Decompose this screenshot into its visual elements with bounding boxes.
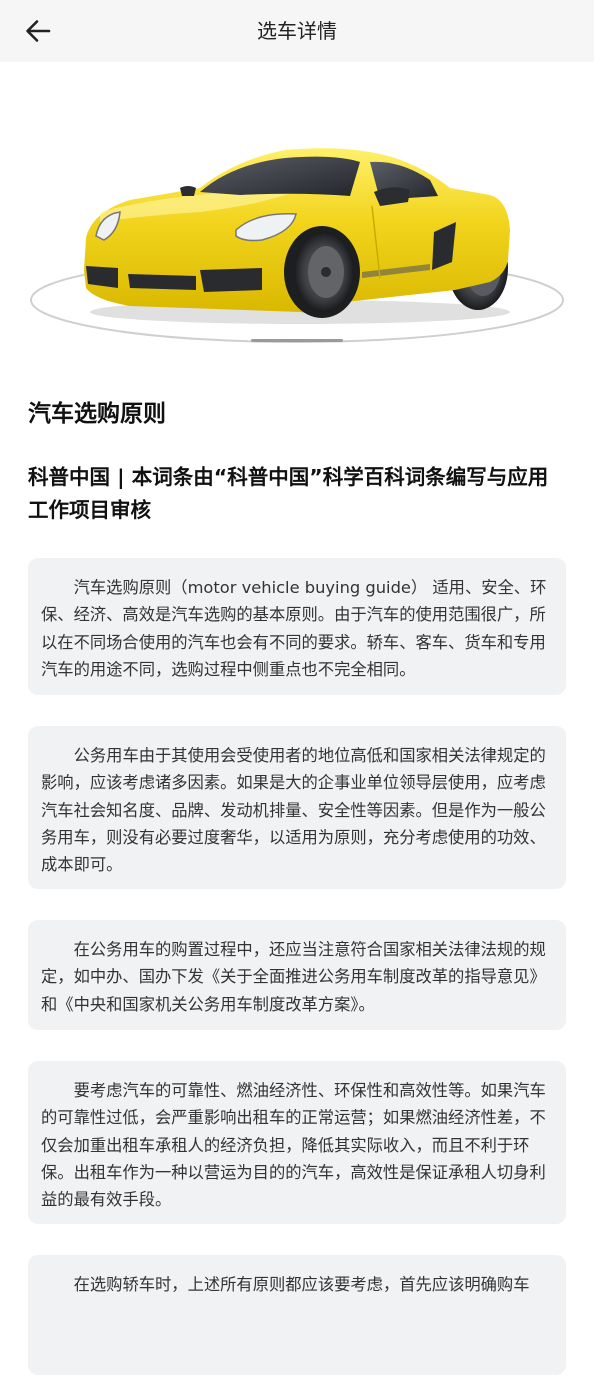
top-app-bar: 选车详情 <box>0 0 594 62</box>
carousel-indicator <box>251 339 343 342</box>
paragraph-card: 在选购轿车时，上述所有原则都应该要考虑，首先应该明确购车 <box>28 1255 566 1375</box>
paragraph-card: 公务用车由于其使用会受使用者的地位高低和国家相关法律规定的影响，应该考虑诸多因素… <box>28 726 566 889</box>
paragraph-card: 汽车选购原则（motor vehicle buying guide） 适用、安全… <box>28 558 566 695</box>
car-image <box>30 148 564 343</box>
article-source: 科普中国 | 本词条由“科普中国”科学百科词条编写与应用工作项目审核 <box>28 465 549 522</box>
page-title: 选车详情 <box>257 19 337 43</box>
article-title: 汽车选购原则 <box>28 401 166 427</box>
paragraph-card: 要考虑汽车的可靠性、燃油经济性、环保性和高效性等。如果汽车的可靠性过低，会严重影… <box>28 1061 566 1224</box>
paragraph-card: 在公务用车的购置过程中，还应当注意符合国家相关法律法规的规定，如中办、国办下发《… <box>28 920 566 1030</box>
car-image-carousel[interactable] <box>0 62 594 362</box>
